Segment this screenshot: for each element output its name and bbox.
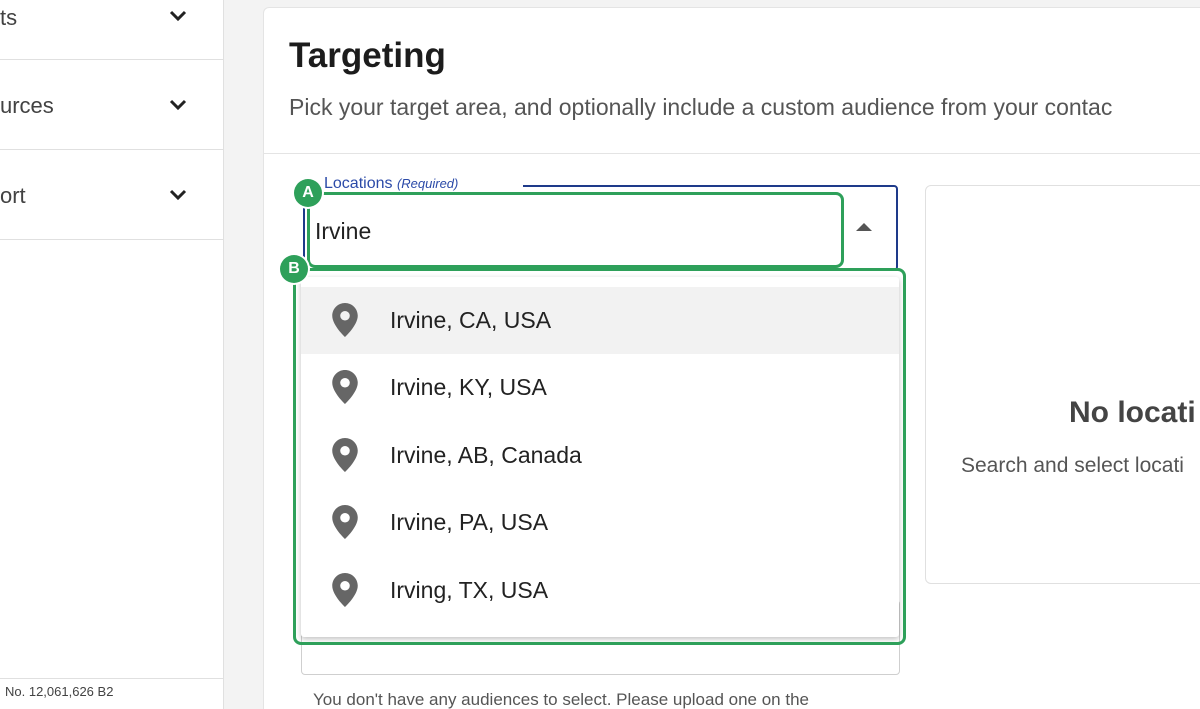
locations-label-text: Locations	[324, 175, 393, 192]
chevron-down-icon	[169, 10, 187, 22]
viewport: ts urces ort No. 12,061,626 B2 Targeting…	[0, 0, 1200, 709]
chevron-down-icon	[169, 189, 187, 201]
sidebar-item-1[interactable]: ts	[0, 0, 223, 60]
sidebar-item-3[interactable]: ort	[0, 150, 223, 240]
page-title: Targeting	[289, 36, 446, 75]
patent-number: No. 12,061,626 B2	[5, 684, 114, 699]
sidebar-item-label: ts	[0, 5, 18, 30]
locations-label: Locations (Required)	[324, 175, 458, 193]
caret-up-icon[interactable]	[856, 223, 872, 231]
sidebar: ts urces ort No. 12,061,626 B2	[0, 0, 224, 709]
annotation-badge-a: A	[294, 179, 322, 207]
required-tag: (Required)	[396, 176, 459, 191]
sidebar-item-label: ort	[0, 183, 26, 208]
chevron-down-icon	[169, 99, 187, 111]
empty-state-title: No locati	[1069, 396, 1196, 429]
sidebar-item-label: urces	[0, 93, 54, 118]
card-header: Targeting Pick your target area, and opt…	[264, 8, 1200, 154]
sidebar-divider	[0, 678, 223, 679]
annotation-box-a	[307, 192, 844, 268]
page-subtitle: Pick your target area, and optionally in…	[289, 94, 1113, 120]
empty-state-subtitle: Search and select locati	[961, 454, 1184, 477]
audience-empty-text: You don't have any audiences to select. …	[313, 690, 809, 709]
sidebar-item-2[interactable]: urces	[0, 60, 223, 150]
annotation-badge-b: B	[280, 255, 308, 283]
annotation-box-b	[293, 268, 906, 645]
selected-locations-panel	[925, 185, 1200, 584]
